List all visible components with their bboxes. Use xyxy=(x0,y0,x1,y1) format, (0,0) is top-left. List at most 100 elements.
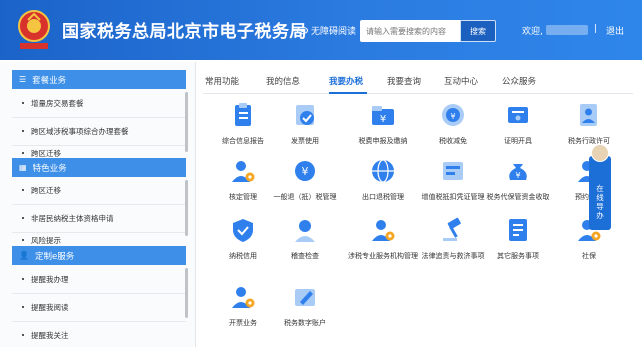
user-gear-icon xyxy=(232,287,255,308)
service-item[interactable]: 增值税抵扣凭证管理 xyxy=(417,158,489,202)
sidebar-item[interactable]: 非居民纳税主体资格申请 xyxy=(12,207,186,229)
invoice-check-icon xyxy=(296,105,314,125)
svg-text:¥: ¥ xyxy=(302,165,309,178)
clipboard-icon xyxy=(235,103,251,126)
service-label: 证明开具 xyxy=(504,137,532,145)
certificate-icon xyxy=(508,107,528,123)
service-label: 稽查检查 xyxy=(291,252,319,260)
sidebar-scrollbar[interactable] xyxy=(185,180,188,236)
service-label: 税费申报及缴纳 xyxy=(358,137,408,145)
inspector-icon xyxy=(295,220,315,242)
tax-emblem-logo xyxy=(14,8,54,52)
sidebar-section-custom[interactable]: 👤 定制e服务 xyxy=(12,246,186,265)
online-guide-widget[interactable]: 在线导办 xyxy=(589,144,611,230)
service-label: 一般退（抵）税管理 xyxy=(273,193,337,201)
active-tab-indicator xyxy=(329,92,367,94)
sidebar-item-label: 跨区迁移 xyxy=(31,185,61,195)
eye-icon xyxy=(297,26,308,35)
section-title: 定制e服务 xyxy=(34,251,75,262)
assistant-avatar-icon xyxy=(591,144,609,162)
service-label: 法律追责与救济事项 xyxy=(421,252,485,260)
username-redacted xyxy=(546,25,588,35)
sidebar-item-label: 非居民纳税主体资格申请 xyxy=(31,213,114,223)
sidebar-section-package[interactable]: ☰ 套餐业务 xyxy=(12,70,186,89)
sidebar-item[interactable]: 提醒我办理 xyxy=(12,268,186,290)
service-label: 社保 xyxy=(582,252,596,260)
section-title: 特色业务 xyxy=(32,163,67,174)
service-item[interactable]: ¥ 税收减免 xyxy=(417,102,489,146)
pen-account-icon xyxy=(295,289,315,306)
top-header: 国家税务总局北京市电子税务局 无障碍阅读 搜索 欢迎, | 退出 xyxy=(0,0,642,60)
logout-link[interactable]: 退出 xyxy=(606,24,624,37)
user-gear-icon xyxy=(232,161,255,182)
service-item[interactable]: ¥ 一般退（抵）税管理 xyxy=(269,158,341,202)
service-item[interactable]: ¥ 税费申报及缴纳 xyxy=(347,102,419,146)
user-icon: 👤 xyxy=(19,251,29,260)
sidebar-item[interactable]: 风险提示 xyxy=(12,234,186,246)
section-title: 套餐业务 xyxy=(32,75,67,86)
service-label: 税务行政许可 xyxy=(568,137,610,145)
service-label: 出口退税管理 xyxy=(362,193,404,201)
sidebar-scrollbar[interactable] xyxy=(185,92,188,152)
service-item[interactable]: 发票使用 xyxy=(269,102,341,146)
service-item[interactable]: 涉税专业服务机构管理 xyxy=(347,217,419,261)
document-list-icon xyxy=(509,219,527,241)
search-button[interactable]: 搜索 xyxy=(460,20,496,42)
sidebar-section-featured[interactable]: ▦ 特色业务 xyxy=(12,158,186,177)
tab-common[interactable]: 常用功能 xyxy=(205,75,239,87)
accessibility-label: 无障碍阅读 xyxy=(311,27,357,37)
service-item[interactable]: 出口退税管理 xyxy=(347,158,419,202)
sidebar-item[interactable]: 提醒我关注 xyxy=(12,324,186,346)
search-input[interactable] xyxy=(360,20,460,42)
sidebar-item[interactable]: 提醒我阅读 xyxy=(12,296,186,318)
tab-bar: 常用功能 我的信息 我要办税 我要查询 互动中心 公众服务 xyxy=(203,66,633,94)
service-label: 其它服务事项 xyxy=(497,252,539,260)
gavel-icon xyxy=(443,217,461,241)
service-item[interactable]: 稽查检查 xyxy=(269,217,341,261)
accessibility-link[interactable]: 无障碍阅读 xyxy=(297,24,356,37)
tab-public-service[interactable]: 公众服务 xyxy=(502,75,536,87)
grid-icon: ▦ xyxy=(19,163,27,172)
svg-text:¥: ¥ xyxy=(515,171,520,180)
tab-interaction[interactable]: 互动中心 xyxy=(444,75,478,87)
service-item[interactable]: ¥ 税务代保管资金收取 xyxy=(482,158,554,202)
sidebar-scrollbar[interactable] xyxy=(185,268,188,318)
service-label: 发票使用 xyxy=(291,137,319,145)
main-panel: 常用功能 我的信息 我要办税 我要查询 互动中心 公众服务 综合信息报告 发票使用… xyxy=(199,62,642,347)
tab-query[interactable]: 我要查询 xyxy=(387,75,421,87)
sidebar-item-label: 风险提示 xyxy=(31,235,61,245)
shield-check-icon xyxy=(233,219,253,242)
service-label: 增值税抵扣凭证管理 xyxy=(421,193,485,201)
online-guide-label: 在线导办 xyxy=(596,184,604,220)
sidebar: ☰ 套餐业务 增量房交易套餐 跨区域涉税事项综合办理套餐 跨区迁移 ▦ 特色业务… xyxy=(0,62,196,347)
document-person-icon xyxy=(580,104,597,126)
svg-text:¥: ¥ xyxy=(380,114,386,125)
money-bag-icon: ¥ xyxy=(509,164,527,180)
yen-folder-icon: ¥ xyxy=(372,106,394,125)
service-label: 税收减免 xyxy=(439,137,467,145)
sidebar-item-label: 提醒我办理 xyxy=(31,274,69,284)
service-item[interactable]: 法律追责与救济事项 xyxy=(417,217,489,261)
sidebar-item[interactable]: 跨区迁移 xyxy=(12,179,186,201)
tab-tax-handling[interactable]: 我要办税 xyxy=(329,75,363,87)
sidebar-item[interactable]: 增量房交易套餐 xyxy=(12,92,186,114)
sidebar-item-label: 提醒我关注 xyxy=(31,330,69,340)
sidebar-item-label: 增量房交易套餐 xyxy=(31,98,84,108)
sidebar-item-label: 跨区迁移 xyxy=(31,148,61,158)
welcome-label: 欢迎, xyxy=(522,27,543,37)
service-item[interactable]: 其它服务事项 xyxy=(482,217,554,261)
sidebar-item[interactable]: 跨区域涉税事项综合办理套餐 xyxy=(12,120,186,142)
service-label: 涉税专业服务机构管理 xyxy=(348,252,418,260)
service-label: 税务数字账户 xyxy=(284,319,326,327)
svg-text:¥: ¥ xyxy=(450,112,455,121)
list-icon: ☰ xyxy=(19,75,27,84)
yen-refund-icon: ¥ xyxy=(295,161,315,181)
voucher-icon xyxy=(443,162,463,180)
tab-my-info[interactable]: 我的信息 xyxy=(266,75,300,87)
header-separator: | xyxy=(594,24,598,34)
service-item[interactable]: 税务数字账户 xyxy=(269,284,341,328)
service-item[interactable]: 证明开具 xyxy=(482,102,554,146)
service-item[interactable]: 税务行政许可 xyxy=(553,102,625,146)
search-bar: 搜索 xyxy=(360,20,496,42)
tax-reduction-icon: ¥ xyxy=(442,104,464,126)
